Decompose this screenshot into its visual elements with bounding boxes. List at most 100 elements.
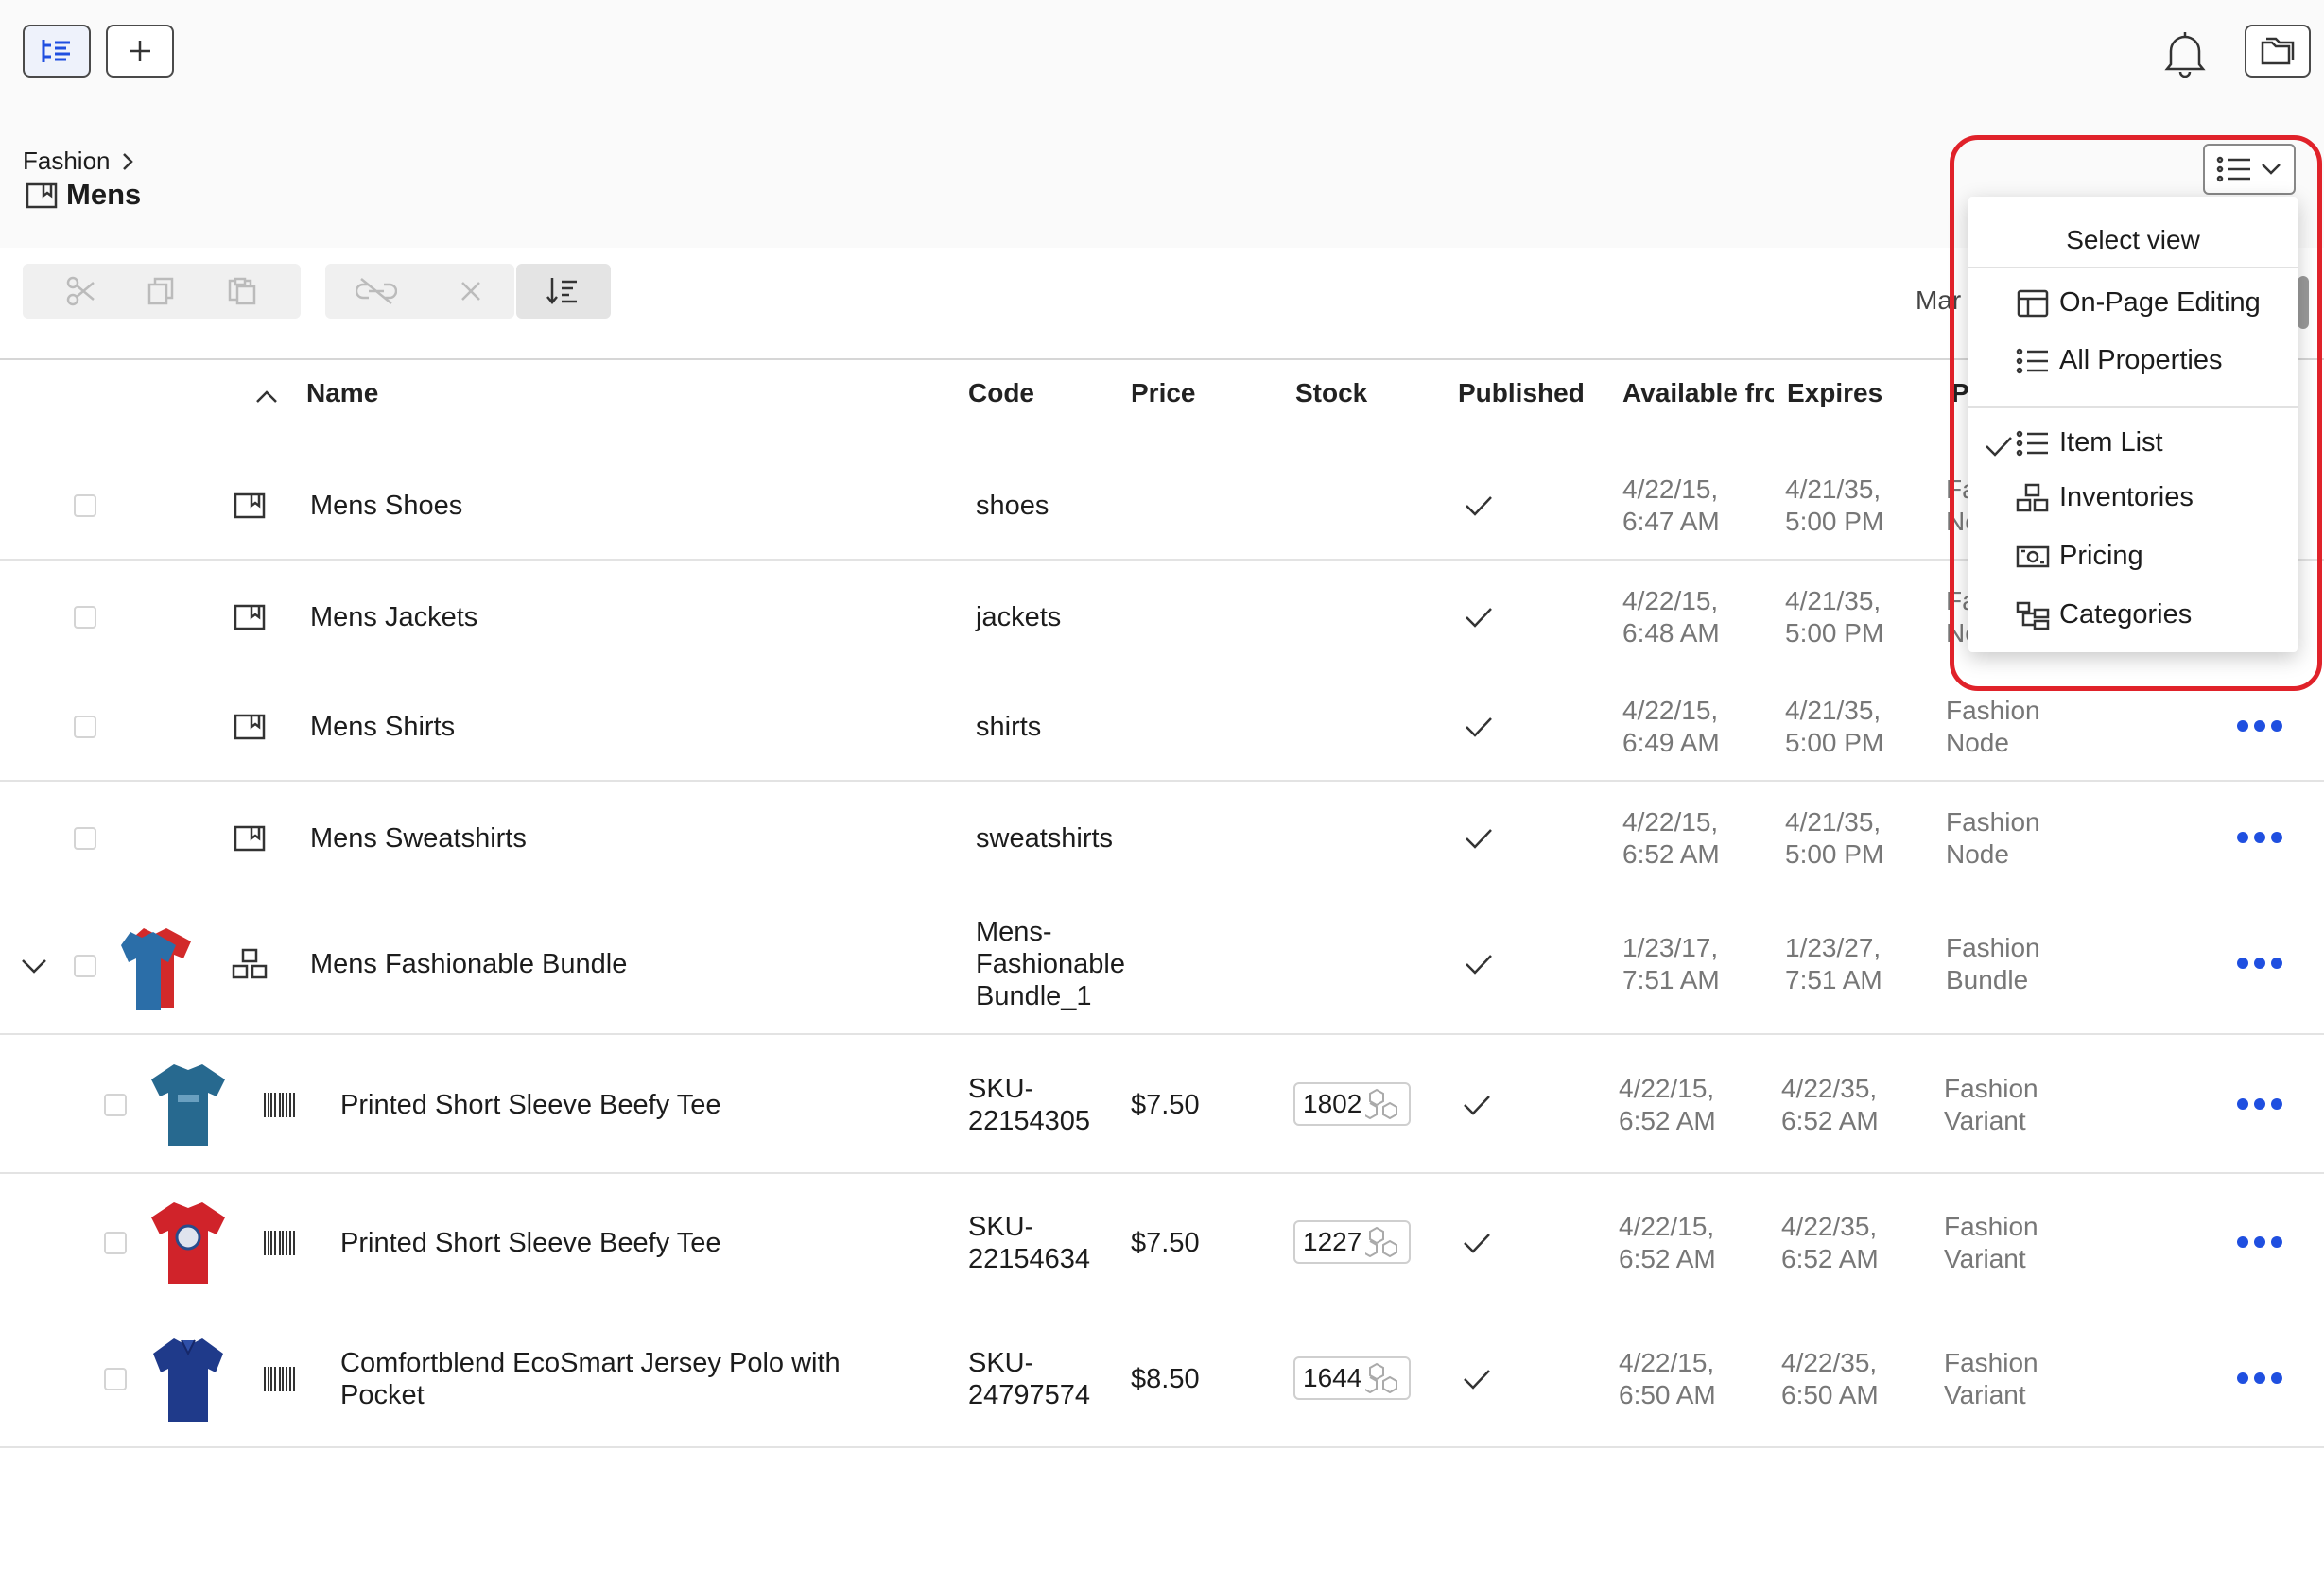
row-actions-button[interactable] (2237, 832, 2282, 843)
row-checkbox[interactable] (74, 716, 96, 738)
checkmark-icon (1466, 955, 1492, 975)
checkmark-icon (1466, 829, 1492, 849)
row-name[interactable]: Mens Jackets (310, 601, 477, 633)
stock-value: 1227 (1303, 1227, 1362, 1256)
row-expires-date: 4/21/35, (1785, 586, 1882, 615)
column-header-available-from[interactable]: Available frc (1622, 378, 1774, 408)
row-available-date: 4/22/15, (1622, 696, 1719, 725)
stock-badge[interactable]: 1227 (1293, 1220, 1411, 1264)
paste-icon[interactable] (226, 275, 258, 307)
row-price: $7.50 (1131, 1228, 1200, 1258)
link-toolbar (325, 264, 514, 319)
chevron-up-icon (256, 390, 277, 403)
row-code-line1: SKU- (968, 1074, 1034, 1104)
row-type-line1: Fashion (1944, 1074, 2038, 1103)
row-actions-button[interactable] (2237, 720, 2282, 732)
row-expires-time: 6:52 AM (1781, 1106, 1879, 1135)
cut-icon[interactable] (65, 275, 97, 307)
unlink-icon[interactable] (355, 275, 397, 307)
row-available-date: 4/22/15, (1622, 807, 1719, 837)
column-header-published[interactable]: Published (1458, 378, 1585, 408)
row-available-date: 4/22/15, (1622, 475, 1719, 504)
row-name[interactable]: Mens Shirts (310, 711, 455, 743)
sort-asc-indicator[interactable] (253, 388, 280, 411)
row-divider (0, 1172, 2324, 1174)
row-available-time: 6:49 AM (1622, 728, 1720, 757)
row-checkbox[interactable] (74, 955, 96, 977)
catalog-folder-icon (26, 182, 58, 209)
row-checkbox[interactable] (104, 1094, 127, 1116)
row-type-line2: Variant (1944, 1106, 2026, 1135)
catalog-folder-icon (234, 825, 266, 852)
row-type-line1: Fashion (1944, 1348, 2038, 1377)
row-expires-date: 4/22/35, (1781, 1074, 1878, 1103)
stock-value: 1802 (1303, 1089, 1362, 1118)
row-actions-button[interactable] (2237, 1372, 2282, 1384)
catalog-folder-icon (234, 714, 266, 740)
row-available-date: 1/23/17, (1622, 933, 1719, 962)
row-name[interactable]: Mens Sweatshirts (310, 822, 527, 855)
row-code-line2: 24797574 (968, 1380, 1091, 1410)
column-header-expires[interactable]: Expires (1787, 378, 1882, 408)
row-expires-time: 7:51 AM (1785, 965, 1882, 994)
breadcrumb-parent[interactable]: Fashion (23, 147, 111, 176)
row-actions-button[interactable] (2237, 1236, 2282, 1248)
catalog-folder-icon (234, 492, 266, 519)
column-header-price[interactable]: Price (1131, 378, 1196, 408)
row-name[interactable]: Mens Fashionable Bundle (310, 948, 627, 980)
sort-button[interactable] (516, 264, 611, 319)
catalog-folder-icon (234, 604, 266, 630)
row-code-line3: Bundle_1 (976, 981, 1092, 1011)
row-name-line1[interactable]: Comfortblend EcoSmart Jersey Polo with (340, 1347, 841, 1379)
row-price: $8.50 (1131, 1364, 1200, 1394)
product-thumbnail (151, 1202, 225, 1284)
checkmark-icon (1464, 1370, 1490, 1390)
page-title: Mens (25, 178, 141, 212)
row-actions-button[interactable] (2237, 958, 2282, 969)
add-button[interactable] (106, 25, 174, 78)
row-name-line2[interactable]: Pocket (340, 1379, 841, 1411)
stock-badge[interactable]: 1644 (1293, 1356, 1411, 1400)
row-name[interactable]: Mens Shoes (310, 490, 462, 522)
column-header-code[interactable]: Code (968, 378, 1034, 408)
row-available-date: 4/22/15, (1619, 1212, 1715, 1241)
row-code-line1: SKU- (968, 1212, 1034, 1242)
row-expires-date: 4/21/35, (1785, 475, 1882, 504)
row-checkbox[interactable] (104, 1368, 127, 1390)
row-type-line1: Fashion (1946, 933, 2040, 962)
checkmark-icon (1466, 496, 1492, 516)
row-type-line1: Fashion (1946, 807, 2040, 837)
notifications-button[interactable] (2161, 28, 2209, 84)
checkmark-icon (1464, 1234, 1490, 1253)
row-expires-time: 6:50 AM (1781, 1380, 1879, 1409)
row-actions-button[interactable] (2237, 1098, 2282, 1110)
row-price: $7.50 (1131, 1090, 1200, 1120)
row-type-line2: Variant (1944, 1244, 2026, 1273)
copy-icon[interactable] (146, 275, 178, 307)
checkmark-icon (1464, 1096, 1490, 1115)
edit-toolbar (23, 264, 301, 319)
row-type-line1: Fashion (1944, 1212, 2038, 1241)
row-code-line1: SKU- (968, 1348, 1034, 1378)
row-available-time: 6:52 AM (1619, 1106, 1716, 1135)
delete-icon[interactable] (457, 277, 485, 305)
row-checkbox[interactable] (104, 1232, 127, 1254)
row-checkbox[interactable] (74, 606, 96, 629)
row-available-time: 6:52 AM (1622, 839, 1720, 869)
row-expires-date: 4/21/35, (1785, 696, 1882, 725)
stock-badge[interactable]: 1802 (1293, 1082, 1411, 1126)
tree-view-button[interactable] (23, 25, 91, 78)
row-name[interactable]: Printed Short Sleeve Beefy Tee (340, 1089, 721, 1121)
panes-button[interactable] (2245, 25, 2311, 78)
row-type-line2: Variant (1944, 1380, 2026, 1409)
column-header-name[interactable]: Name (306, 378, 378, 408)
inventory-cubes-icon (1365, 1088, 1398, 1120)
row-type-line2: Node (1946, 728, 2009, 757)
row-code: shoes (976, 491, 1049, 521)
chevron-down-icon[interactable] (19, 955, 49, 977)
row-checkbox[interactable] (74, 494, 96, 517)
row-checkbox[interactable] (74, 827, 96, 850)
column-header-stock[interactable]: Stock (1295, 378, 1367, 408)
row-divider (0, 1446, 2324, 1448)
row-name[interactable]: Printed Short Sleeve Beefy Tee (340, 1227, 721, 1259)
